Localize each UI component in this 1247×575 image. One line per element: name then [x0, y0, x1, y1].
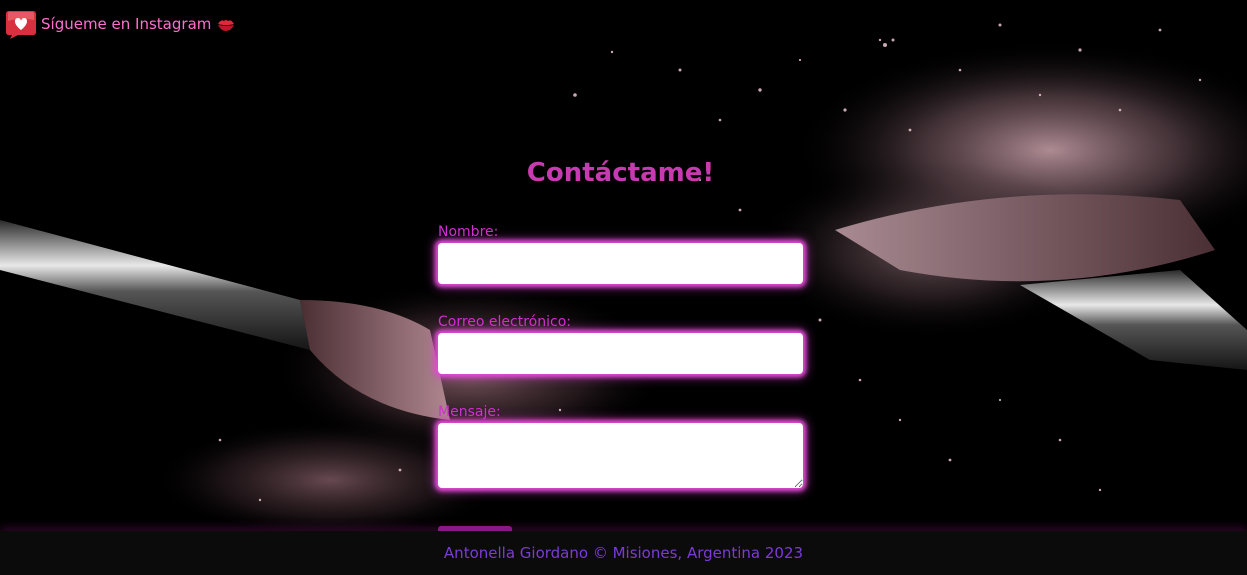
footer-credits: Antonella Giordano © Misiones, Argentina…: [443, 544, 804, 562]
contact-form: Contáctame! Nombre: Correo electrónico: …: [438, 150, 803, 520]
instagram-link-label: Sígueme en Instagram: [41, 15, 212, 33]
instagram-link[interactable]: Sígueme en Instagram: [5, 8, 235, 40]
message-field[interactable]: [438, 423, 803, 488]
kiss-lips-icon: [217, 17, 235, 31]
message-label: Mensaje:: [438, 404, 501, 420]
name-field[interactable]: [438, 243, 803, 284]
contact-title: Contáctame!: [526, 158, 715, 188]
name-label: Nombre:: [438, 224, 499, 240]
email-label: Correo electrónico:: [438, 314, 571, 330]
page: Sígueme en Instagram Contáctame! Nombre:…: [0, 0, 1247, 575]
footer: Antonella Giordano © Misiones, Argentina…: [0, 531, 1247, 575]
email-field[interactable]: [438, 333, 803, 374]
heart-speech-bubble-icon: [5, 8, 37, 40]
